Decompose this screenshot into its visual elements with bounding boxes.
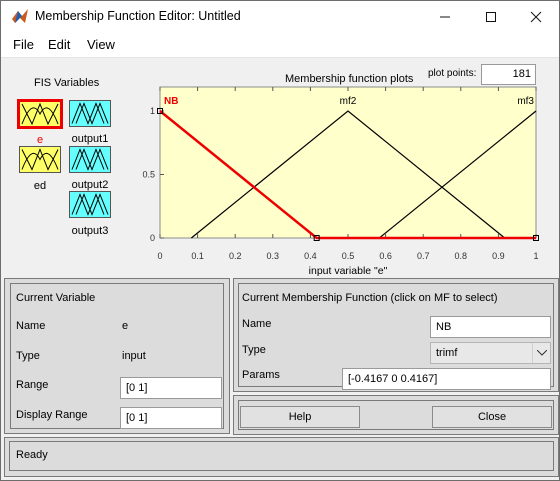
x-axis-label: input variable "e"	[309, 265, 388, 277]
x-tick-label: 0.5	[342, 251, 355, 261]
mf-curve-mf3[interactable]	[378, 110, 537, 239]
mf-type-label: Type	[242, 344, 266, 356]
window-title: Membership Function Editor: Untitled	[35, 9, 241, 23]
variable-type-label: Type	[16, 350, 40, 362]
title-bar: Membership Function Editor: Untitled	[1, 1, 559, 32]
y-tick-label: 1	[150, 106, 155, 116]
mf-label-nb: NB	[164, 96, 178, 107]
maximize-button[interactable]	[468, 1, 514, 32]
plot-area	[159, 86, 537, 239]
x-tick-label: 0.6	[379, 251, 392, 261]
buttons-panel: Help Close	[233, 395, 559, 435]
variable-type-value: input	[122, 350, 146, 362]
close-window-button[interactable]	[513, 1, 559, 32]
display-range-input[interactable]: [0 1]	[120, 407, 222, 429]
current-variable-panel: Current Variable Name e Type input Range…	[4, 278, 230, 434]
variable-name-label: Name	[16, 320, 46, 332]
fis-output-3-label: output3	[71, 225, 109, 237]
x-tick-label: 0.9	[492, 251, 505, 261]
menu-file[interactable]: File	[13, 37, 34, 52]
x-tick-label: 0	[157, 251, 162, 261]
status-text: Ready	[16, 449, 48, 461]
output-mf-icon	[71, 148, 109, 171]
range-label: Range	[16, 379, 49, 391]
x-tick-label: 0.2	[229, 251, 242, 261]
fis-output-1[interactable]	[69, 100, 111, 127]
minimize-icon	[440, 16, 450, 17]
mf-params-label: Params	[242, 369, 280, 381]
current-mf-panel: Current Membership Function (click on MF…	[233, 278, 559, 392]
range-input[interactable]: [0 1]	[120, 377, 222, 399]
fis-output-2[interactable]	[69, 146, 111, 173]
fis-output-2-label: output2	[71, 179, 109, 191]
x-tick-label: 1	[533, 251, 538, 261]
help-button[interactable]: Help	[240, 406, 360, 428]
fis-output-1-label: output1	[71, 133, 109, 145]
status-frame	[9, 441, 554, 471]
fis-input-e[interactable]	[17, 99, 63, 129]
current-mf-heading: Current Membership Function (click on MF…	[242, 292, 498, 304]
close-icon	[530, 11, 542, 22]
chevron-down-icon[interactable]	[532, 343, 550, 363]
plot-points-input[interactable]: 181	[481, 64, 536, 85]
close-button[interactable]: Close	[432, 406, 552, 428]
plot-points-label: plot points:	[428, 68, 477, 79]
fis-variables-heading: FIS Variables	[34, 77, 100, 89]
output-mf-icon	[71, 193, 109, 216]
mf-name-input[interactable]: NB	[430, 316, 551, 338]
y-tick-label: 0.5	[142, 170, 155, 180]
variable-name-value: e	[122, 320, 129, 332]
x-tick-label: 0.1	[191, 251, 204, 261]
x-tick-label: 0.3	[267, 251, 280, 261]
mf-curve-NB[interactable]	[159, 110, 536, 240]
mf-editor-window: Membership Function Editor: Untitled Fil…	[0, 0, 560, 481]
mf-name-label: Name	[242, 318, 272, 330]
input-mf-icon	[21, 148, 59, 171]
y-tick-label: 0	[150, 233, 155, 243]
plot-title: Membership function plots	[285, 73, 414, 85]
menu-edit[interactable]: Edit	[48, 37, 70, 52]
status-panel: Ready	[4, 437, 559, 477]
matlab-app-icon	[12, 9, 28, 23]
mf-type-select[interactable]: trimf	[430, 342, 551, 364]
x-tick-label: 0.4	[304, 251, 317, 261]
mf-type-value: trimf	[436, 347, 458, 359]
minimize-button[interactable]	[422, 1, 468, 32]
menu-bar: File Edit View	[1, 32, 559, 58]
menu-view[interactable]: View	[87, 37, 115, 52]
mf-label-mf3: mf3	[517, 96, 534, 107]
maximize-icon	[486, 11, 496, 22]
current-variable-heading: Current Variable	[16, 292, 96, 304]
x-tick-label: 0.7	[417, 251, 430, 261]
input-mf-icon	[21, 102, 59, 126]
x-tick-label: 0.8	[455, 251, 468, 261]
mf-label-mf2: mf2	[340, 96, 357, 107]
display-range-label: Display Range	[16, 409, 88, 421]
fis-output-3[interactable]	[69, 191, 111, 218]
output-mf-icon	[71, 102, 109, 125]
mf-params-input[interactable]: [-0.4167 0 0.4167]	[342, 368, 551, 390]
fis-input-ed[interactable]	[19, 146, 61, 173]
